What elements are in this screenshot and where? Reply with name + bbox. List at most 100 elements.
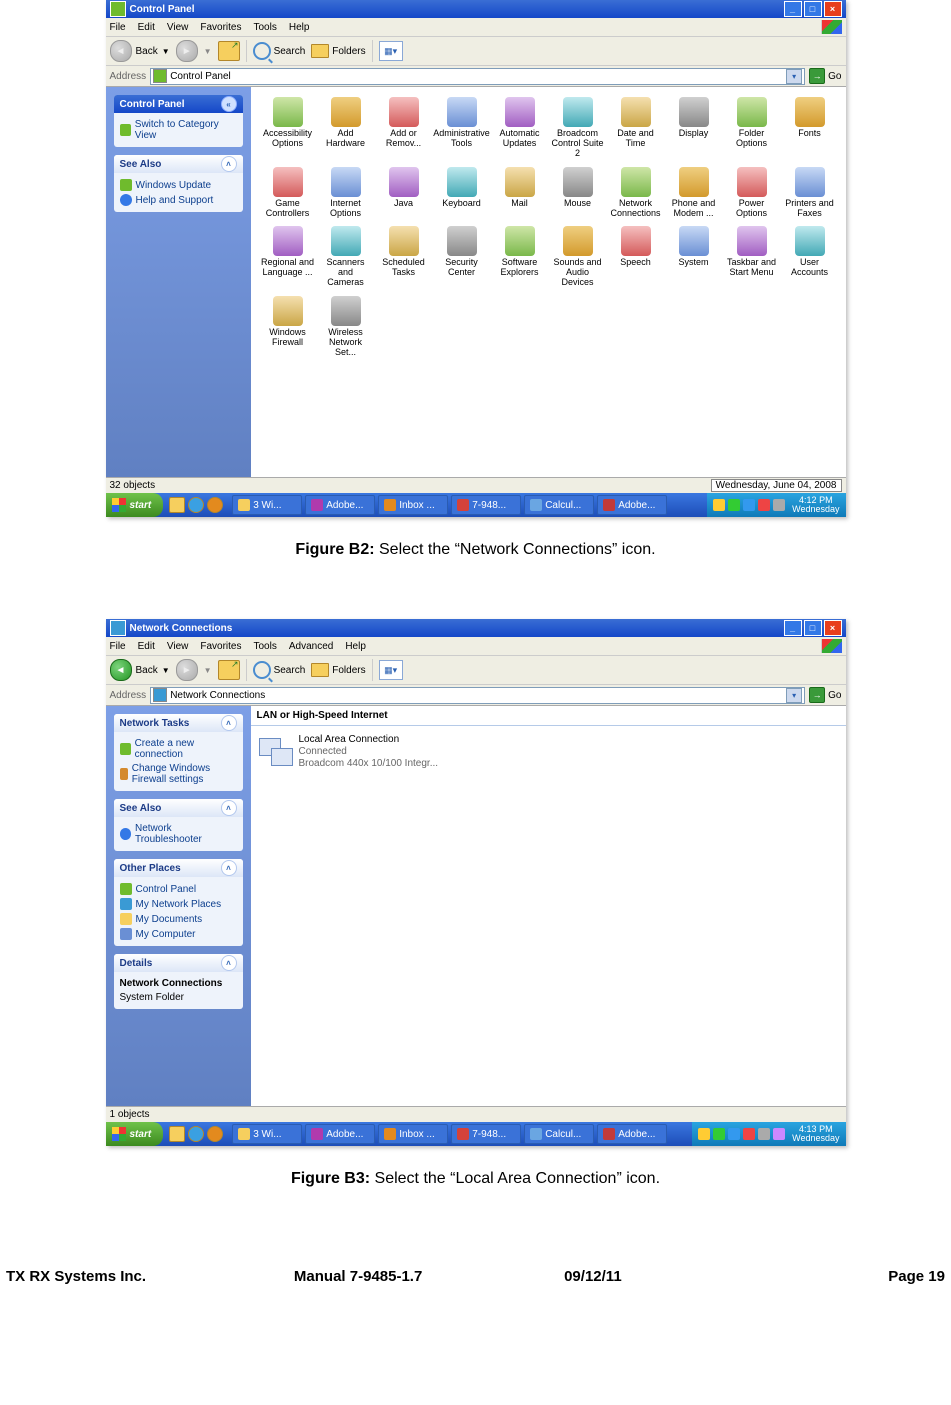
cp-icon[interactable]: Administrative Tools bbox=[435, 97, 489, 159]
close-button[interactable]: × bbox=[824, 1, 842, 17]
ql-icon[interactable] bbox=[188, 1126, 204, 1142]
change-firewall-link[interactable]: Change Windows Firewall settings bbox=[120, 763, 237, 785]
address-input[interactable]: Control Panel ▾ bbox=[150, 68, 805, 85]
cp-icon[interactable]: Phone and Modem ... bbox=[667, 167, 721, 219]
back-button[interactable]: ◄Back▼ bbox=[110, 40, 170, 62]
menu-file[interactable]: File bbox=[110, 641, 126, 652]
menu-edit[interactable]: Edit bbox=[138, 22, 155, 33]
maximize-button[interactable]: □ bbox=[804, 1, 822, 17]
views-button[interactable]: ▦▾ bbox=[379, 41, 403, 61]
ql-icon[interactable] bbox=[207, 497, 223, 513]
cp-icon[interactable]: Power Options bbox=[725, 167, 779, 219]
menu-advanced[interactable]: Advanced bbox=[289, 641, 333, 652]
tray-clock[interactable]: 4:12 PMWednesday bbox=[792, 496, 839, 514]
close-button[interactable]: × bbox=[824, 620, 842, 636]
taskbar-task[interactable]: 7-948... bbox=[451, 495, 521, 515]
back-button[interactable]: ◄Back▼ bbox=[110, 659, 170, 681]
taskbar-task[interactable]: 3 Wi... bbox=[232, 1124, 302, 1144]
up-button[interactable] bbox=[218, 41, 240, 61]
taskbar-task[interactable]: Adobe... bbox=[305, 495, 375, 515]
up-button[interactable] bbox=[218, 660, 240, 680]
collapse-icon[interactable]: ˄ bbox=[221, 715, 237, 731]
menu-view[interactable]: View bbox=[167, 22, 189, 33]
maximize-button[interactable]: □ bbox=[804, 620, 822, 636]
cp-icon[interactable]: Printers and Faxes bbox=[783, 167, 837, 219]
forward-button[interactable]: ► bbox=[176, 40, 198, 62]
address-dropdown[interactable]: ▾ bbox=[786, 69, 802, 84]
collapse-icon[interactable]: « bbox=[221, 96, 237, 112]
taskbar-task[interactable]: Calcul... bbox=[524, 495, 594, 515]
cp-icon[interactable]: Accessibility Options bbox=[261, 97, 315, 159]
cp-icon[interactable]: Date and Time bbox=[609, 97, 663, 159]
menu-help[interactable]: Help bbox=[345, 641, 366, 652]
address-input[interactable]: Network Connections ▾ bbox=[150, 687, 805, 704]
cp-icon[interactable]: Regional and Language ... bbox=[261, 226, 315, 288]
menu-favorites[interactable]: Favorites bbox=[200, 641, 241, 652]
tray-icon[interactable] bbox=[713, 499, 725, 511]
cp-icon[interactable]: Windows Firewall bbox=[261, 296, 315, 358]
start-button[interactable]: start bbox=[106, 1122, 164, 1146]
taskbar-task[interactable]: Inbox ... bbox=[378, 1124, 448, 1144]
search-button[interactable]: Search bbox=[253, 661, 306, 679]
other-my-documents[interactable]: My Documents bbox=[120, 913, 237, 925]
tray-icon[interactable] bbox=[758, 499, 770, 511]
cp-icon[interactable]: Sounds and Audio Devices bbox=[551, 226, 605, 288]
taskbar-task[interactable]: Adobe... bbox=[597, 495, 667, 515]
local-area-connection-item[interactable]: Local Area Connection Connected Broadcom… bbox=[251, 726, 846, 778]
cp-icon[interactable]: Security Center bbox=[435, 226, 489, 288]
cp-icon[interactable]: Fonts bbox=[783, 97, 837, 159]
taskbar-task[interactable]: Adobe... bbox=[597, 1124, 667, 1144]
cp-icon[interactable]: Add Hardware bbox=[319, 97, 373, 159]
folders-button[interactable]: Folders bbox=[311, 44, 365, 58]
ql-icon[interactable] bbox=[169, 497, 185, 513]
tray-icon[interactable] bbox=[713, 1128, 725, 1140]
ql-icon[interactable] bbox=[188, 497, 204, 513]
cp-icon[interactable]: Wireless Network Set... bbox=[319, 296, 373, 358]
cp-icon[interactable]: Java bbox=[377, 167, 431, 219]
network-troubleshooter-link[interactable]: Network Troubleshooter bbox=[120, 823, 237, 845]
switch-category-link[interactable]: Switch to Category View bbox=[120, 119, 237, 141]
menu-tools[interactable]: Tools bbox=[253, 22, 276, 33]
cp-icon[interactable]: Scheduled Tasks bbox=[377, 226, 431, 288]
tray-clock[interactable]: 4:13 PMWednesday bbox=[792, 1125, 839, 1143]
cp-icon[interactable]: Game Controllers bbox=[261, 167, 315, 219]
other-network-places[interactable]: My Network Places bbox=[120, 898, 237, 910]
cp-icon[interactable]: Folder Options bbox=[725, 97, 779, 159]
cp-icon[interactable]: Mouse bbox=[551, 167, 605, 219]
cp-icon[interactable]: Broadcom Control Suite 2 bbox=[551, 97, 605, 159]
menu-edit[interactable]: Edit bbox=[138, 641, 155, 652]
ql-icon[interactable] bbox=[169, 1126, 185, 1142]
tray-icon[interactable] bbox=[728, 499, 740, 511]
minimize-button[interactable]: _ bbox=[784, 620, 802, 636]
menu-file[interactable]: File bbox=[110, 22, 126, 33]
other-control-panel[interactable]: Control Panel bbox=[120, 883, 237, 895]
cp-icon[interactable]: Automatic Updates bbox=[493, 97, 547, 159]
taskbar-task[interactable]: 3 Wi... bbox=[232, 495, 302, 515]
taskbar-task[interactable]: Calcul... bbox=[524, 1124, 594, 1144]
menu-help[interactable]: Help bbox=[289, 22, 310, 33]
tray-icon[interactable] bbox=[743, 1128, 755, 1140]
ql-icon[interactable] bbox=[207, 1126, 223, 1142]
cp-icon[interactable]: Internet Options bbox=[319, 167, 373, 219]
folders-button[interactable]: Folders bbox=[311, 663, 365, 677]
help-support-link[interactable]: Help and Support bbox=[120, 194, 237, 206]
tray-icon[interactable] bbox=[743, 499, 755, 511]
collapse-icon[interactable]: ˄ bbox=[221, 955, 237, 971]
cp-icon[interactable]: Mail bbox=[493, 167, 547, 219]
cp-icon[interactable]: Software Explorers bbox=[493, 226, 547, 288]
cp-icon[interactable]: Taskbar and Start Menu bbox=[725, 226, 779, 288]
collapse-icon[interactable]: ˄ bbox=[221, 800, 237, 816]
cp-icon[interactable]: Add or Remov... bbox=[377, 97, 431, 159]
go-button[interactable]: →Go bbox=[809, 68, 841, 84]
cp-icon[interactable]: Keyboard bbox=[435, 167, 489, 219]
collapse-icon[interactable]: ˄ bbox=[221, 156, 237, 172]
cp-icon[interactable]: Scanners and Cameras bbox=[319, 226, 373, 288]
forward-button[interactable]: ► bbox=[176, 659, 198, 681]
address-dropdown[interactable]: ▾ bbox=[786, 688, 802, 703]
cp-icon[interactable]: Display bbox=[667, 97, 721, 159]
menu-favorites[interactable]: Favorites bbox=[200, 22, 241, 33]
start-button[interactable]: start bbox=[106, 493, 164, 517]
tray-icon[interactable] bbox=[728, 1128, 740, 1140]
cp-icon[interactable]: User Accounts bbox=[783, 226, 837, 288]
tray-icon[interactable] bbox=[758, 1128, 770, 1140]
